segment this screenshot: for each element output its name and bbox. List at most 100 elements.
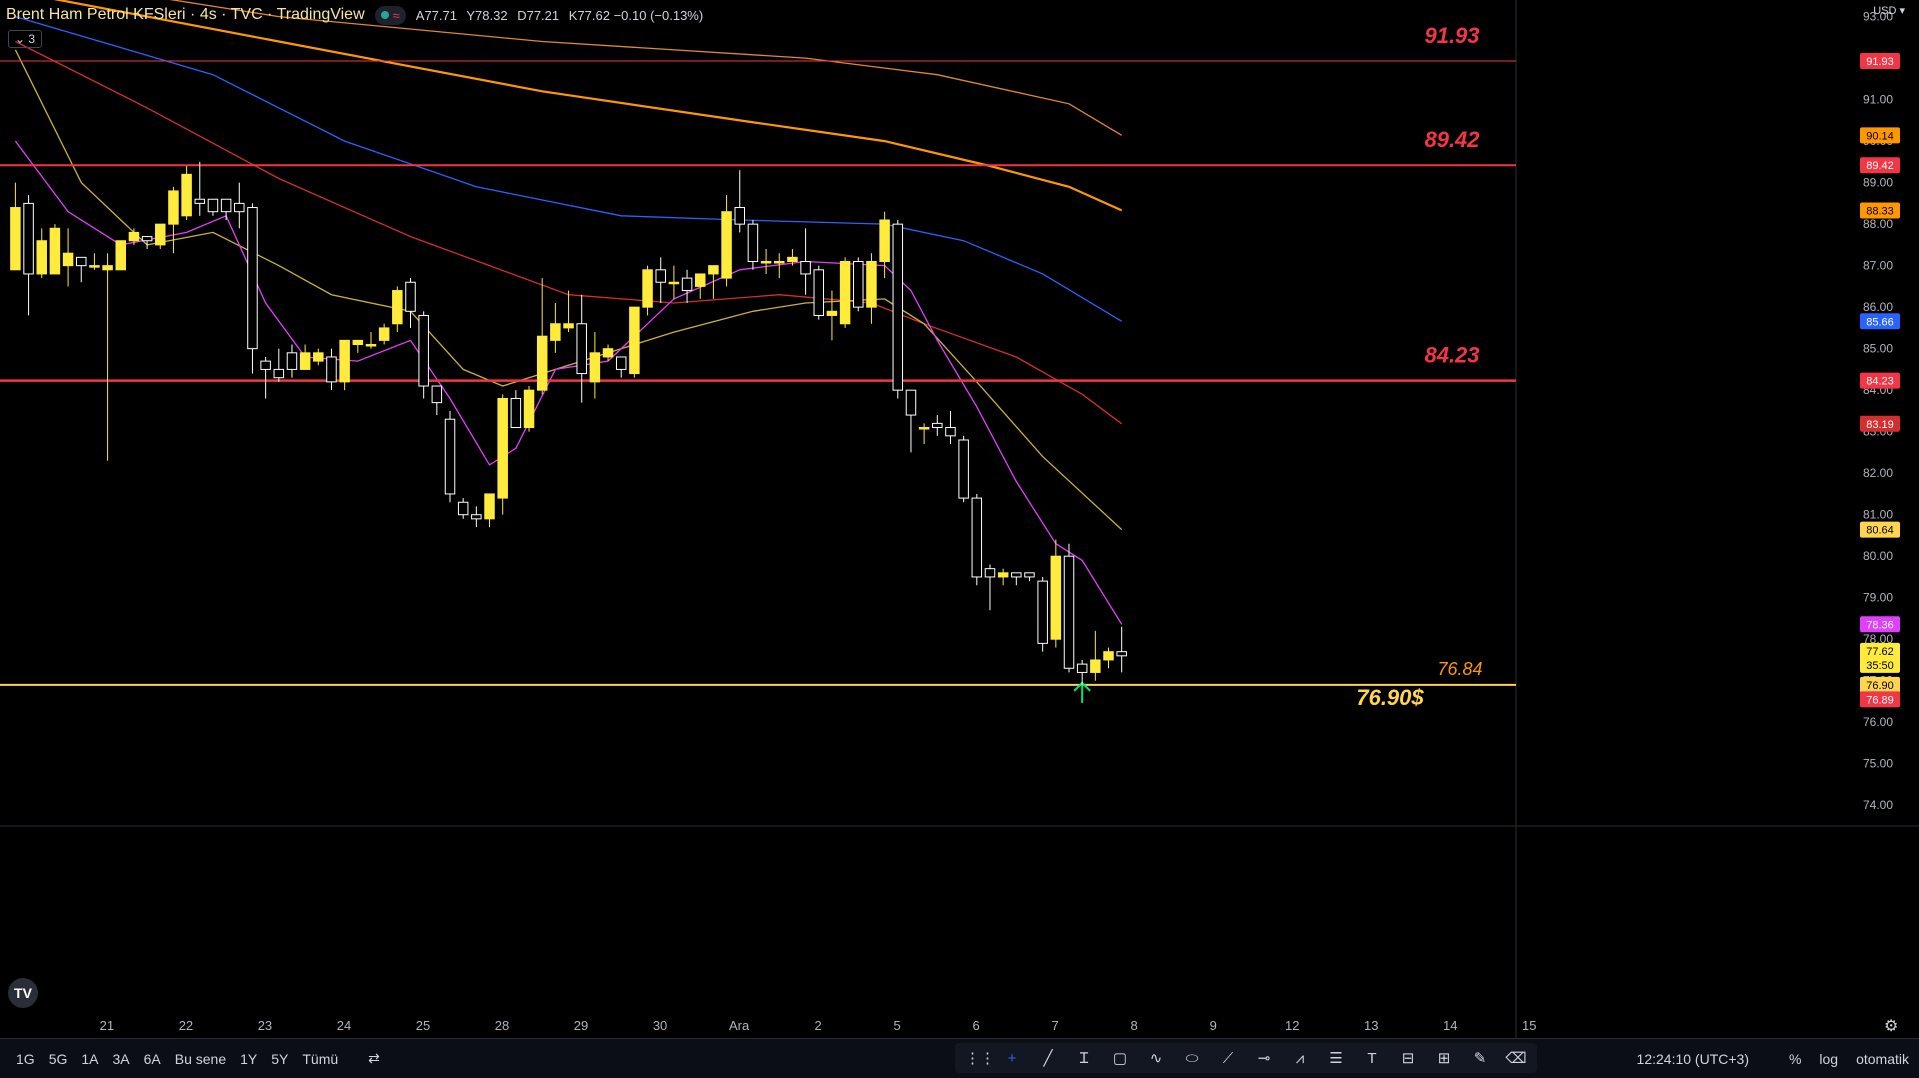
candle-body [853, 260, 864, 308]
candle [1011, 572, 1022, 586]
clock-label[interactable]: 12:24:10 (UTC+3) [1637, 1051, 1749, 1067]
candle-body [1050, 555, 1062, 640]
candle-body [642, 269, 653, 308]
candle-body [747, 223, 759, 262]
crosshair-icon[interactable]: + [1001, 1050, 1023, 1067]
ellipse-icon[interactable]: ⬭ [1181, 1050, 1203, 1067]
candle-body [1090, 659, 1101, 673]
candle [800, 228, 811, 295]
ema-line [53, 0, 1123, 212]
candle-body [866, 260, 877, 308]
candle [194, 161, 206, 216]
candle [418, 311, 429, 399]
fib-icon[interactable]: ☰ [1325, 1049, 1347, 1067]
price-chart[interactable]: 91.9389.4284.2376.90$76.84 93.0092.0091.… [0, 0, 1919, 1038]
candle [234, 182, 245, 229]
candle [747, 219, 759, 270]
time-tick: 30 [653, 1018, 667, 1033]
candle [971, 493, 983, 586]
price-badge: 88.33 [1860, 202, 1900, 219]
range-button[interactable]: Bu sene [175, 1051, 226, 1067]
candle-body [971, 497, 983, 578]
text-icon[interactable]: T [1361, 1050, 1383, 1067]
price-tick: 91.00 [1863, 93, 1893, 107]
candle-body [247, 207, 258, 350]
candle-body [655, 269, 666, 283]
chevron-down-icon: ▾ [1896, 5, 1905, 17]
symbol-title[interactable]: Brent Ham Petrol KFSleri · 4s · TVC · Tr… [6, 6, 365, 24]
price-badge: 85.66 [1860, 313, 1900, 330]
candle [589, 332, 601, 399]
candle [760, 249, 772, 274]
percent-toggle[interactable]: % [1789, 1051, 1801, 1067]
candle-body [457, 501, 469, 516]
auto-toggle[interactable]: otomatik [1856, 1051, 1909, 1067]
range-button[interactable]: 6A [144, 1051, 161, 1067]
candle-body [326, 356, 337, 383]
price-badge: 90.14 [1860, 127, 1900, 144]
candle-body [918, 427, 930, 430]
range-button[interactable]: 1A [81, 1051, 98, 1067]
candle [365, 332, 377, 349]
eraser-icon[interactable]: ⌫ [1505, 1049, 1527, 1067]
horizontal-levels: 91.93 89.42 84.23 76.90$ 76.84 [0, 23, 1516, 710]
candle-body [62, 252, 74, 267]
time-tick: 7 [1052, 1018, 1059, 1033]
candle-body [945, 427, 956, 437]
candle-body [681, 277, 693, 292]
range-button[interactable]: 1G [16, 1051, 35, 1067]
candle [853, 257, 864, 312]
candle [536, 278, 548, 395]
candle [471, 506, 482, 528]
range-button[interactable]: 5G [49, 1051, 68, 1067]
range-button[interactable]: Tümü [302, 1051, 338, 1067]
range-button[interactable]: 3A [113, 1051, 130, 1067]
time-tick: 23 [258, 1018, 272, 1033]
candle-body [168, 190, 179, 225]
price-badge-label: 91.93 [1866, 56, 1894, 68]
candle-body [352, 339, 364, 346]
range-button[interactable]: 1Y [240, 1051, 257, 1067]
ruler-icon[interactable]: ⊞ [1433, 1049, 1455, 1067]
pen-icon[interactable]: ✎ [1469, 1049, 1491, 1067]
text-cursor-icon[interactable]: Ɪ [1073, 1048, 1095, 1068]
horizontal-ray-icon[interactable]: ⊸ [1253, 1049, 1275, 1067]
log-toggle[interactable]: log [1819, 1051, 1838, 1067]
price-badge-label: 78.36 [1866, 619, 1894, 631]
price-badge: 89.42 [1860, 157, 1900, 174]
candle [1050, 539, 1062, 648]
market-status[interactable]: ≈ [374, 5, 406, 25]
time-tick: 2 [814, 1018, 821, 1033]
drag-handle-icon[interactable]: ⋮⋮ [965, 1049, 995, 1067]
range-button[interactable]: 5Y [271, 1051, 288, 1067]
path-icon[interactable]: ⟋ [1217, 1050, 1239, 1067]
status-dot-icon [380, 11, 389, 19]
time-tick: 9 [1210, 1018, 1217, 1033]
rectangle-icon[interactable]: ▢ [1109, 1049, 1131, 1067]
candle-body [879, 219, 890, 262]
candle-body [194, 198, 206, 204]
brush-icon[interactable]: ∿ [1145, 1049, 1167, 1067]
pattern-icon[interactable]: ⩘ [1289, 1050, 1311, 1067]
open-value: A77.71 [415, 7, 457, 23]
measure-icon[interactable]: ⊟ [1397, 1049, 1419, 1067]
bottom-toolbar: 1G 5G 1A 3A 6A Bu sene 1Y 5Y Tümü ⇄ ⋮⋮ + ╱ Ɪ ▢ ∿… [0, 1038, 1919, 1078]
candle [260, 356, 271, 399]
price-tick: 80.00 [1863, 549, 1893, 563]
price-tick: 82.00 [1863, 466, 1893, 480]
currency-selector[interactable]: USD ▾ [1873, 4, 1905, 17]
settings-gear-icon[interactable]: ⚙ [1884, 1016, 1898, 1036]
candle [1116, 626, 1127, 673]
goto-date-icon[interactable]: ⇄ [368, 1050, 380, 1067]
indicators-collapse-button[interactable]: ⌄ 3 [8, 30, 43, 48]
candle-body [23, 202, 34, 275]
candle [813, 265, 825, 320]
tradingview-logo[interactable]: TV [8, 978, 38, 1008]
candle-body [826, 310, 838, 316]
trendline-icon[interactable]: ╱ [1037, 1049, 1059, 1067]
candle-body [102, 265, 113, 271]
time-tick: 13 [1364, 1018, 1378, 1033]
date-range-list: 1G 5G 1A 3A 6A Bu sene 1Y 5Y Tümü [16, 1051, 338, 1067]
candle [286, 344, 298, 378]
candle-body [155, 223, 166, 246]
